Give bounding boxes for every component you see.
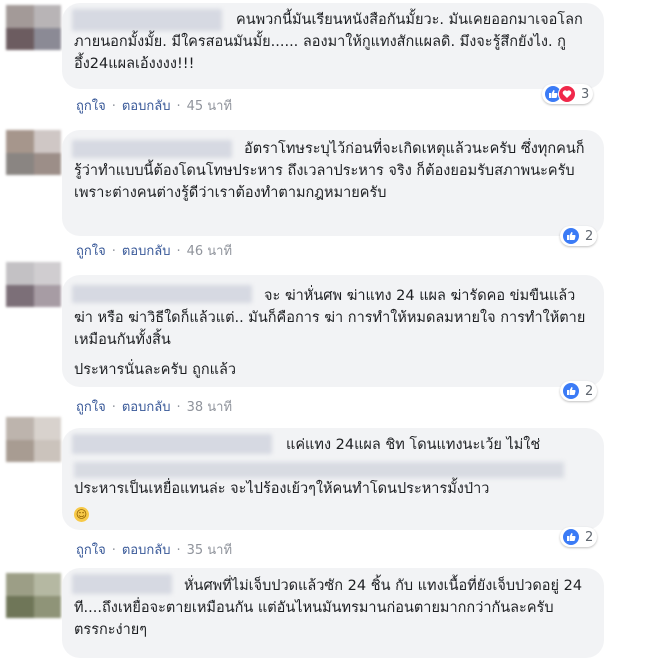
like-icon	[562, 227, 580, 245]
reaction-count: 2	[585, 228, 594, 244]
love-icon	[558, 85, 576, 103]
separator: ·	[176, 543, 181, 558]
avatar[interactable]	[6, 262, 61, 307]
comment-bubble: อัตราโทษระบุไว้ก่อนที่จะเกิดเหตุแล้วนะคร…	[62, 130, 604, 236]
reply-link[interactable]: ตอบกลับ	[122, 240, 171, 261]
reaction-summary[interactable]: 2	[560, 527, 598, 547]
comment-bubble: จะ ฆ่าหั่นศพ ฆ่าแทง 24 แผล ฆ่ารัดคอ ข่มข…	[62, 275, 604, 387]
comment-time[interactable]: 46 นาที	[187, 240, 232, 261]
comment-time[interactable]: 35 นาที	[187, 539, 232, 560]
comment-actions: ถูกใจ · ตอบกลับ · 38 นาที	[76, 396, 232, 417]
like-link[interactable]: ถูกใจ	[76, 95, 106, 116]
redacted-line	[74, 462, 564, 478]
reply-link[interactable]: ตอบกลับ	[122, 95, 171, 116]
comment-bubble: คนพวกนี้มันเรียนหนังสือกันมั้ยวะ. มันเคย…	[62, 3, 604, 89]
separator: ·	[111, 400, 116, 415]
reaction-summary[interactable]: 2	[560, 226, 598, 246]
separator: ·	[111, 543, 116, 558]
reply-link[interactable]: ตอบกลับ	[122, 396, 171, 417]
like-link[interactable]: ถูกใจ	[76, 396, 106, 417]
avatar[interactable]	[6, 5, 61, 50]
separator: ·	[111, 244, 116, 259]
avatar[interactable]	[6, 573, 61, 618]
comment-text: อัตราโทษระบุไว้ก่อนที่จะเกิดเหตุแล้วนะคร…	[74, 141, 585, 201]
separator: ·	[176, 244, 181, 259]
comment-actions: ถูกใจ · ตอบกลับ · 35 นาที	[76, 539, 232, 560]
comment-time[interactable]: 38 นาที	[187, 396, 232, 417]
reaction-summary[interactable]: 3	[542, 84, 594, 104]
comment-actions: ถูกใจ · ตอบกลับ · 45 นาที	[76, 95, 232, 116]
comment-bubble: แค่แทง 24แผล ชิท โดนแทงนะเว้ย ไม่ใช่ ประ…	[62, 428, 604, 530]
comment-actions: ถูกใจ · ตอบกลับ · 46 นาที	[76, 240, 232, 261]
like-link[interactable]: ถูกใจ	[76, 240, 106, 261]
reaction-count: 3	[581, 86, 590, 102]
avatar[interactable]	[6, 417, 61, 462]
smile-emoji: ☺	[74, 507, 89, 522]
comment-text: หั่นศพที่ไม่เจ็บปวดแล้วซัก 24 ชิ้น กับ แ…	[74, 578, 587, 638]
like-icon	[562, 382, 580, 400]
avatar[interactable]	[6, 130, 61, 175]
separator: ·	[111, 99, 116, 114]
like-icon	[562, 528, 580, 546]
reply-link[interactable]: ตอบกลับ	[122, 539, 171, 560]
comment-text-line-3: ประหารเป็นเหยื่อแทนล่ะ จะไปร้องเย้วๆให้ค…	[74, 481, 490, 497]
reaction-count: 2	[585, 383, 594, 399]
comment-bubble: หั่นศพที่ไม่เจ็บปวดแล้วซัก 24 ชิ้น กับ แ…	[62, 568, 604, 658]
comment-text: คนพวกนี้มันเรียนหนังสือกันมั้ยวะ. มันเคย…	[74, 12, 583, 72]
comment-text-extra: ประหารนั่นละครับ ถูกแล้ว	[74, 362, 236, 378]
reaction-summary[interactable]: 2	[560, 381, 598, 401]
comment-text: แค่แทง 24แผล ชิท โดนแทงนะเว้ย ไม่ใช่	[286, 437, 541, 453]
reaction-count: 2	[585, 529, 594, 545]
comment-text: จะ ฆ่าหั่นศพ ฆ่าแทง 24 แผล ฆ่ารัดคอ ข่มข…	[74, 288, 586, 348]
comment-time[interactable]: 45 นาที	[187, 95, 232, 116]
separator: ·	[176, 400, 181, 415]
separator: ·	[176, 99, 181, 114]
like-link[interactable]: ถูกใจ	[76, 539, 106, 560]
